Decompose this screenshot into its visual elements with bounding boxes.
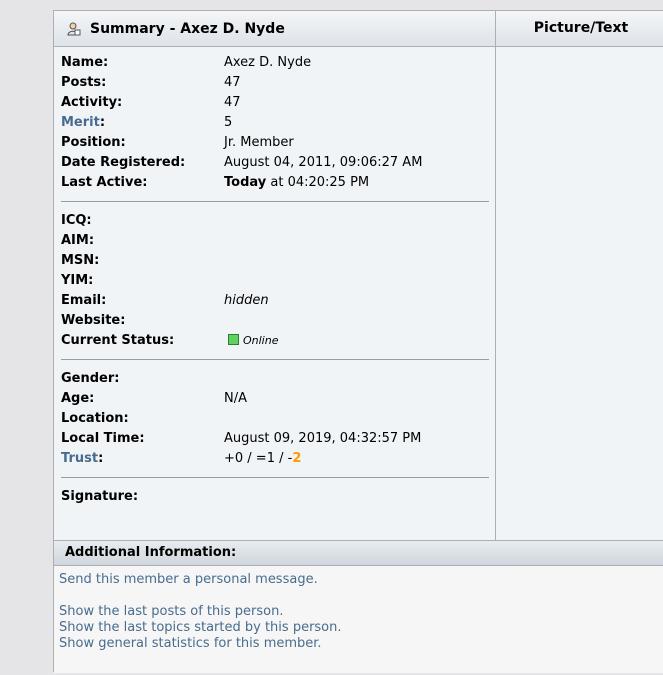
msn-row: MSN: xyxy=(61,251,491,271)
merit-row: Merit: 5 xyxy=(61,113,491,133)
user-profile-icon xyxy=(67,22,81,36)
last-active-today: Today xyxy=(224,175,267,190)
additional-info-body: Send this member a personal message. Sho… xyxy=(54,566,663,673)
summary-header: Summary - Axez D. Nyde xyxy=(54,11,495,47)
general-stats-link[interactable]: Show general statistics for this member. xyxy=(59,636,322,651)
icq-row: ICQ: xyxy=(61,211,491,231)
gender-label: Gender: xyxy=(61,371,120,386)
website-label: Website: xyxy=(61,313,126,328)
picture-text-header: Picture/Text xyxy=(495,11,663,47)
online-status: Online xyxy=(224,331,278,351)
activity-row: Activity: 47 xyxy=(61,93,491,113)
position-row: Position: Jr. Member xyxy=(61,133,491,153)
status-label: Current Status: xyxy=(61,333,175,348)
signature-row: Signature: xyxy=(61,487,491,507)
registered-value: August 04, 2011, 09:06:27 AM xyxy=(224,155,423,170)
email-value: hidden xyxy=(224,293,269,308)
age-row: Age: N/A xyxy=(61,389,491,409)
divider xyxy=(61,477,489,478)
age-label: Age: xyxy=(61,391,95,406)
divider xyxy=(61,359,489,360)
last-active-label: Last Active: xyxy=(61,175,148,190)
local-time-row: Local Time: August 09, 2019, 04:32:57 PM xyxy=(61,429,491,449)
status-row: Current Status: Online xyxy=(61,331,491,351)
online-icon xyxy=(228,334,239,345)
icq-label: ICQ: xyxy=(61,213,92,228)
last-active-time: at 04:20:25 PM xyxy=(266,175,370,190)
signature-label: Signature: xyxy=(61,489,139,504)
page-title: Summary - Axez D. Nyde xyxy=(90,21,285,37)
activity-value: 47 xyxy=(224,95,241,110)
name-label: Name: xyxy=(61,55,109,70)
posts-row: Posts: 47 xyxy=(61,73,491,93)
posts-value: 47 xyxy=(224,75,241,90)
picture-text-column xyxy=(495,47,663,540)
registered-row: Date Registered: August 04, 2011, 09:06:… xyxy=(61,153,491,173)
msn-label: MSN: xyxy=(61,253,100,268)
website-row: Website: xyxy=(61,311,491,331)
posts-label: Posts: xyxy=(61,75,107,90)
email-label: Email: xyxy=(61,293,107,308)
aim-label: AIM: xyxy=(61,233,95,248)
merit-link[interactable]: Merit xyxy=(61,115,100,130)
name-row: Name: Axez D. Nyde xyxy=(61,53,491,73)
yim-label: YIM: xyxy=(61,273,94,288)
last-posts-link[interactable]: Show the last posts of this person. xyxy=(59,604,283,619)
send-pm-link[interactable]: Send this member a personal message. xyxy=(59,572,318,587)
trust-negative: 2 xyxy=(292,451,302,466)
merit-colon: : xyxy=(99,115,106,130)
last-topics-link[interactable]: Show the last topics started by this per… xyxy=(59,620,342,635)
age-value: N/A xyxy=(224,391,247,406)
trust-link[interactable]: Trust xyxy=(61,451,98,466)
trust-value: +0 / =1 / - xyxy=(224,451,293,466)
trust-row: Trust: +0 / =1 / -2 xyxy=(61,449,491,469)
divider xyxy=(61,201,489,202)
local-time-value: August 09, 2019, 04:32:57 PM xyxy=(224,431,422,446)
registered-label: Date Registered: xyxy=(61,155,186,170)
aim-row: AIM: xyxy=(61,231,491,251)
name-value: Axez D. Nyde xyxy=(224,55,312,70)
local-time-label: Local Time: xyxy=(61,431,145,446)
trust-colon: : xyxy=(98,451,104,466)
location-row: Location: xyxy=(61,409,491,429)
location-label: Location: xyxy=(61,411,129,426)
online-text: Online xyxy=(243,334,279,347)
merit-value: 5 xyxy=(224,115,233,130)
email-row: Email: hidden xyxy=(61,291,491,311)
yim-row: YIM: xyxy=(61,271,491,291)
additional-info-header: Additional Information: xyxy=(54,540,663,566)
position-label: Position: xyxy=(61,135,126,150)
last-active-row: Last Active: Today at 04:20:25 PM xyxy=(61,173,491,193)
activity-label: Activity: xyxy=(61,95,123,110)
profile-panel: Summary - Axez D. Nyde Picture/Text Name… xyxy=(53,10,663,673)
position-value: Jr. Member xyxy=(224,135,294,150)
gender-row: Gender: xyxy=(61,369,491,389)
